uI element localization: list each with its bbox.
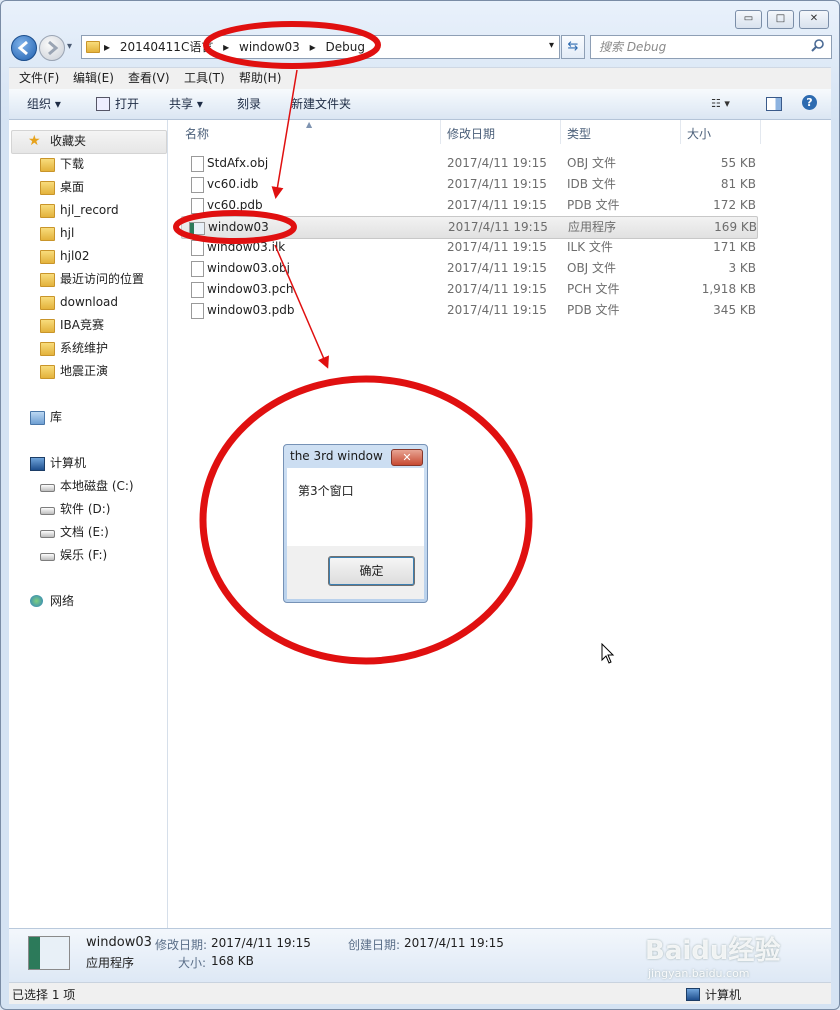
mouse-cursor-icon	[601, 643, 615, 664]
annotation-arrow	[271, 69, 298, 199]
annotation-ellipse-dialog	[199, 375, 533, 665]
annotation-arrow	[274, 244, 329, 369]
annotation-ellipse-file	[173, 210, 297, 244]
annotation-ellipse-address	[203, 21, 381, 69]
annotation-overlay	[173, 21, 533, 665]
